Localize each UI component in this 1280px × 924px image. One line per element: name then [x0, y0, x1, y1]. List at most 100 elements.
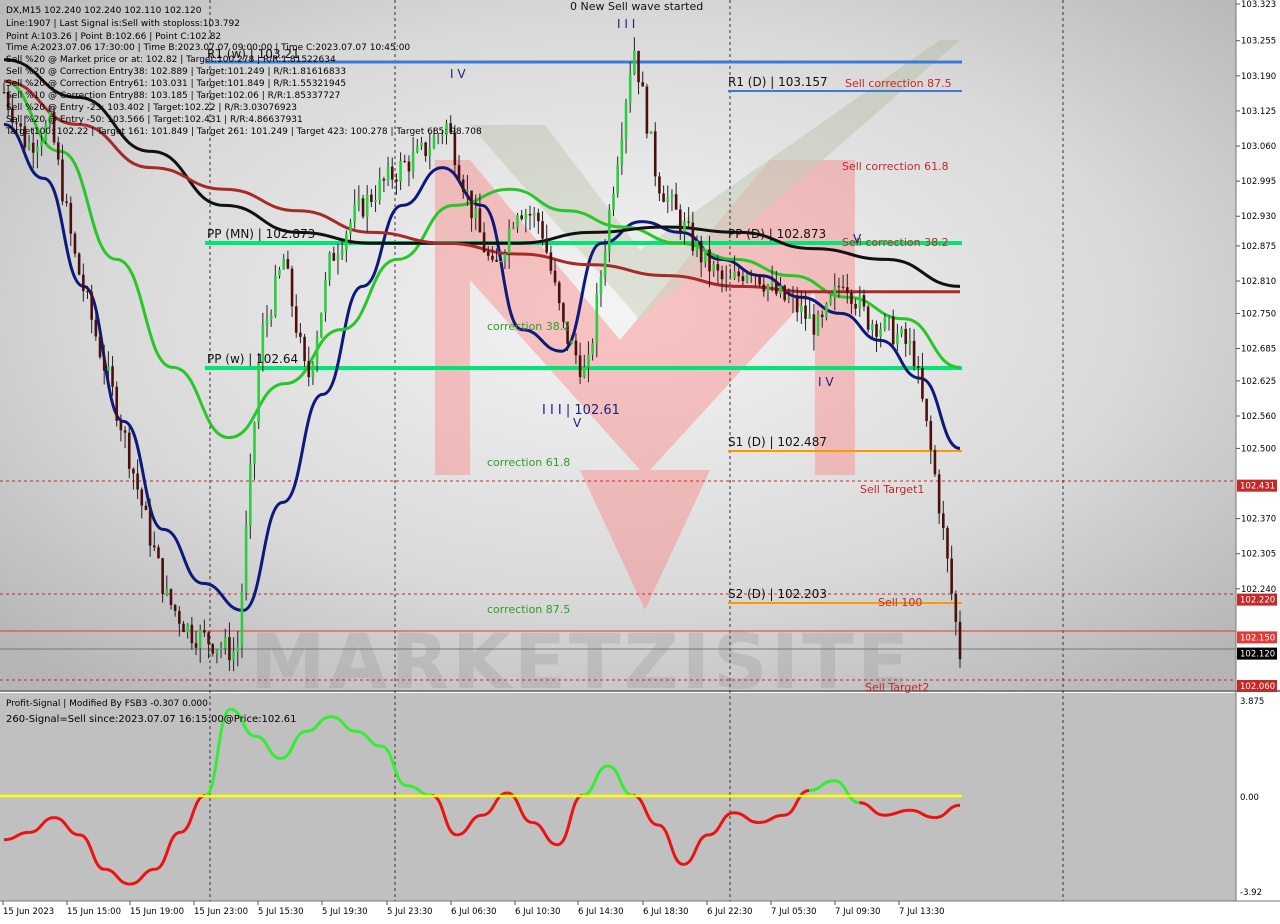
- time-axis-tick: 15 Jun 19:00: [130, 907, 184, 917]
- candle-body: [82, 274, 85, 292]
- candle-body: [127, 432, 131, 469]
- candle-body: [896, 334, 899, 345]
- candle-body: [253, 422, 256, 464]
- candle-body: [925, 398, 928, 421]
- candle-body: [466, 190, 469, 192]
- candle-body: [562, 303, 565, 322]
- candle-body: [946, 528, 949, 559]
- candle-body: [891, 316, 895, 345]
- watermark-text: MARKETZISITE: [250, 617, 912, 706]
- candle-body: [132, 468, 135, 474]
- candle-body: [741, 276, 745, 281]
- time-axis-tick: 15 Jun 15:00: [67, 907, 121, 917]
- level-label-s1d: S1 (D) | 102.487: [728, 435, 827, 449]
- candle-body: [507, 228, 511, 254]
- wave-label-iv-top: I V: [450, 67, 466, 81]
- candle-body: [954, 593, 958, 622]
- candle-body: [203, 630, 206, 633]
- candle-body: [336, 255, 340, 261]
- candle-body: [140, 489, 144, 506]
- candle-body: [123, 430, 127, 433]
- candle-body: [240, 591, 244, 647]
- candle-body: [645, 86, 649, 134]
- level-label-ppmn: PP (MN) | 102.873: [207, 227, 315, 241]
- candle-body: [294, 306, 298, 333]
- candle-body: [879, 329, 882, 337]
- candle-body: [553, 270, 557, 283]
- price-axis-tick-highlight: 102.220: [1240, 596, 1275, 606]
- price-axis-tick: 103.190: [1241, 72, 1276, 82]
- candle-body: [115, 386, 119, 421]
- candle-body: [833, 286, 837, 298]
- candle-body: [758, 275, 761, 285]
- info-line-10: Target100: 102.22 | Target 161: 101.849 …: [5, 127, 482, 137]
- time-axis-tick: 7 Jul 13:30: [899, 907, 945, 917]
- wave-label-iii-top: I I I: [617, 17, 635, 31]
- info-line-2: Point A:103.26 | Point B:102.66 | Point …: [6, 32, 221, 42]
- candle-body: [766, 285, 770, 292]
- candle-body: [729, 278, 732, 280]
- candle-body: [724, 278, 728, 280]
- candle-body: [958, 621, 962, 660]
- time-axis-tick: 6 Jul 10:30: [515, 907, 561, 917]
- candle-body: [678, 209, 682, 232]
- price-axis-tick-highlight: 102.120: [1240, 650, 1275, 660]
- candle-body: [299, 332, 302, 337]
- wave-label-iv-bottom: I V: [818, 375, 834, 389]
- candle-body: [912, 340, 916, 367]
- candle-body: [749, 274, 753, 276]
- candle-body: [687, 221, 690, 223]
- candle-body: [424, 142, 427, 157]
- indicator-tick-top: 3.875: [1240, 697, 1264, 707]
- candle-body: [837, 286, 841, 288]
- candle-body: [900, 328, 903, 335]
- candle-body: [816, 314, 820, 335]
- candle-body: [862, 295, 866, 307]
- candle-body: [499, 261, 503, 263]
- candle-body: [27, 142, 31, 148]
- candle-body: [942, 513, 945, 529]
- candle-body: [474, 208, 478, 219]
- indicator-tick-zero: 0.00: [1240, 793, 1259, 803]
- candle-body: [211, 644, 215, 654]
- candle-body: [399, 160, 402, 182]
- candle-body: [658, 176, 661, 194]
- candle-body: [136, 473, 139, 490]
- candle-body: [612, 193, 615, 210]
- candle-body: [557, 282, 561, 304]
- candle-body: [461, 179, 465, 192]
- candle-body: [791, 297, 795, 299]
- price-axis-tick: 103.060: [1241, 142, 1276, 152]
- chart-canvas[interactable]: MARKETZISITE R1 (w) | 103.21 R1 (D) | 10…: [0, 0, 1280, 920]
- candle-body: [194, 643, 198, 648]
- candle-body: [545, 238, 549, 253]
- candle-body: [249, 463, 252, 526]
- candle-body: [699, 240, 703, 263]
- candle-body: [570, 340, 574, 344]
- candle-body: [916, 366, 920, 368]
- candle-body: [365, 194, 369, 217]
- indicator-title: Profit-Signal | Modified By FSB3 -0.307 …: [6, 699, 208, 709]
- price-axis-tick: 103.255: [1241, 37, 1276, 47]
- candle-body: [779, 285, 782, 294]
- candle-body: [77, 253, 81, 275]
- candle-body: [395, 179, 398, 182]
- candle-body: [775, 281, 778, 294]
- candle-body: [107, 366, 110, 371]
- price-axis-tick: 102.995: [1241, 177, 1276, 187]
- candle-body: [478, 208, 482, 233]
- candle-body: [770, 281, 774, 286]
- candle-body: [470, 190, 473, 219]
- candle-body: [228, 637, 231, 661]
- candle-body: [349, 222, 352, 235]
- candle-body: [950, 558, 953, 594]
- candle-body: [274, 275, 277, 316]
- time-axis-tick: 7 Jul 09:30: [835, 907, 881, 917]
- candle-body: [733, 271, 736, 279]
- candle-body: [591, 343, 594, 355]
- candle-body: [578, 355, 582, 378]
- candle-body: [633, 50, 636, 74]
- candle-body: [290, 268, 294, 307]
- candle-body: [182, 623, 185, 633]
- candle-body: [737, 271, 741, 277]
